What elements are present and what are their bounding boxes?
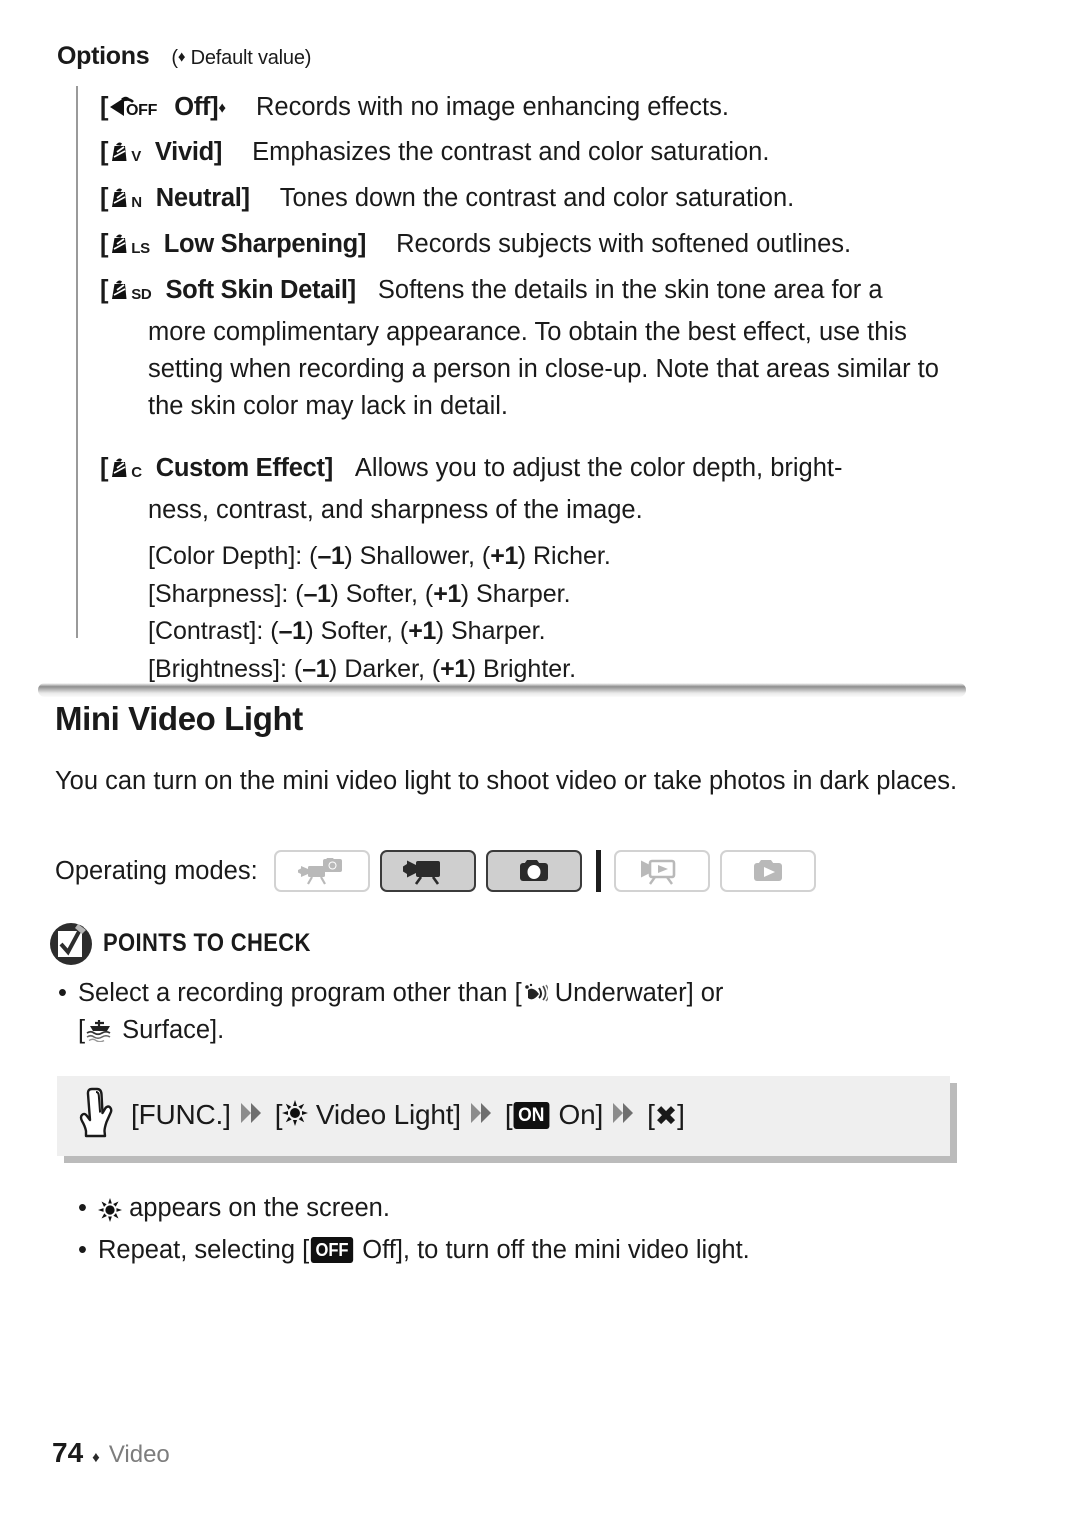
video-light-icon <box>282 1100 309 1133</box>
effect-neutral-subscript: N <box>131 194 142 211</box>
option-low-sharpening-desc: Records subjects with softened outlines. <box>396 230 852 258</box>
param-contrast: [Contrast]: (–1) Softer, (+1) Sharper. <box>148 617 546 645</box>
bullet-dot: • <box>78 1236 87 1264</box>
option-neutral: [N Neutral] Tones down the contrast and co… <box>100 179 980 222</box>
effect-soft-skin-detail-subscript: SD <box>131 286 152 303</box>
mode-video-record[interactable] <box>379 850 476 892</box>
mode-dual-shot[interactable] <box>273 850 370 892</box>
options-vertical-rule <box>76 86 78 638</box>
note-1-text: appears on the screen. <box>122 1194 390 1222</box>
surface-icon <box>85 1016 115 1044</box>
param-sharpness: [Sharpness]: (–1) Softer, (+1) Sharper. <box>148 579 571 608</box>
camcorder-icon <box>402 860 440 885</box>
photo-playback-icon <box>753 860 782 881</box>
option-custom-effect-tag: [C Custom Effect] <box>100 454 333 482</box>
procedure-box: [FUNC.][ Video Light][ON On] [✖] <box>57 1076 950 1156</box>
footer-section-name: Video <box>108 1441 170 1468</box>
points-to-check-title: POINTS TO CHECK <box>103 928 311 957</box>
page-footer: 74 ♦ Video <box>52 1437 170 1469</box>
double-chevron-right-icon-3 <box>609 1100 641 1133</box>
effect-low-sharpening-icon <box>108 232 130 256</box>
camcorder-photo-icon <box>297 858 342 885</box>
option-vivid-desc: Emphasizes the contrast and color satura… <box>252 138 770 166</box>
options-title: Options <box>57 42 150 70</box>
default-marker-diamond: ♦ <box>218 99 226 117</box>
note-2-pre: Repeat, selecting [ <box>98 1236 310 1264</box>
manual-page: Options (♦ Default value) [OFF Off]♦ Recor… <box>0 0 1080 1521</box>
effect-low-sharpening-subscript: LS <box>131 240 150 257</box>
procedure-notes: • appears on the screen. • Repeat, selec… <box>78 1188 958 1270</box>
option-neutral-tag: [N Neutral] <box>100 184 250 212</box>
mode-group-separator <box>595 850 601 892</box>
pointing-hand-icon <box>79 1083 121 1150</box>
camcorder-playback-icon <box>640 859 676 885</box>
option-custom-effect-desc: Allows you to adjust the color depth, br… <box>354 454 843 482</box>
effect-custom-subscript: C <box>131 464 142 481</box>
effect-neutral-icon <box>108 186 130 210</box>
double-chevron-right-icon <box>237 1100 269 1133</box>
effect-custom-icon <box>108 456 130 480</box>
option-low-sharpening: [LS Low Sharpening] Records subjects with … <box>100 225 980 268</box>
options-default-note: (♦ Default value) <box>171 47 312 69</box>
mini-video-light-intro: You can turn on the mini video light to … <box>55 767 958 795</box>
operating-modes-label: Operating modes: <box>55 856 258 885</box>
mode-photo-record[interactable] <box>485 850 582 892</box>
mode-video-playback[interactable] <box>613 850 710 892</box>
option-custom-effect: [C Custom Effect] Allows you to adjust the… <box>100 449 980 688</box>
option-soft-skin-detail-body: more complimentary appearance. To obtain… <box>148 318 939 420</box>
checkmark-badge-icon <box>50 923 92 965</box>
note-row-2: • Repeat, selecting [OFF Off], to turn o… <box>78 1230 958 1270</box>
option-low-sharpening-tag: [LS Low Sharpening] <box>100 230 367 258</box>
svg-text:OFF: OFF <box>126 102 158 119</box>
page-number: 74 <box>52 1437 84 1468</box>
mode-photo-playback[interactable] <box>719 850 816 892</box>
option-soft-skin-detail-tag: [SD Soft Skin Detail] <box>100 276 356 304</box>
options-list: [OFF Off]♦ Records with no image enhancing… <box>100 88 980 691</box>
bullet-dot: • <box>78 1194 87 1222</box>
video-light-icon <box>98 1190 122 1230</box>
effect-vivid-icon <box>108 140 130 164</box>
option-vivid: [V Vivid] Emphasizes the contrast and colo… <box>100 133 980 176</box>
option-off-tag: [OFF Off] <box>100 93 219 121</box>
note-row-1: • appears on the screen. <box>78 1188 958 1230</box>
double-chevron-right-icon-2 <box>467 1100 499 1133</box>
custom-effect-parameters: [Color Depth]: (–1) Shallower, (+1) Rich… <box>148 538 980 688</box>
bullet-dot: • <box>58 979 67 1007</box>
points-to-check-bullet: • Select a recording program other than … <box>58 975 958 1049</box>
option-neutral-desc: Tones down the contrast and color satura… <box>279 184 795 212</box>
effect-soft-skin-detail-icon <box>108 278 130 302</box>
options-header: Options (♦ Default value) <box>57 42 311 71</box>
operating-modes-row: Operating modes: <box>55 850 826 892</box>
page-title: Mini Video Light <box>55 700 303 737</box>
func-step-1: [FUNC.] <box>131 1099 231 1130</box>
option-soft-skin-detail: [SD Soft Skin Detail] Softens the details … <box>100 271 980 425</box>
effect-off-icon: OFF <box>108 92 158 130</box>
param-color-depth: [Color Depth]: (–1) Shallower, (+1) Rich… <box>148 542 611 570</box>
option-off-desc: Records with no image enhancing effects. <box>255 93 729 121</box>
points-to-check-header: POINTS TO CHECK <box>48 920 339 966</box>
option-vivid-tag: [V Vivid] <box>100 138 223 166</box>
close-icon: ✖ <box>654 1101 678 1131</box>
camera-icon <box>519 860 548 881</box>
footer-diamond-icon: ♦ <box>92 1449 100 1466</box>
option-soft-skin-detail-desc: Softens the details in the skin tone are… <box>377 276 883 304</box>
on-badge: ON <box>514 1102 550 1129</box>
points-to-check-body: • Select a recording program other than … <box>58 975 958 1049</box>
effect-vivid-subscript: V <box>131 148 141 165</box>
option-custom-effect-body: ness, contrast, and sharpness of the ima… <box>148 496 643 524</box>
option-off: [OFF Off]♦ Records with no image enhancing… <box>100 88 980 130</box>
section-divider <box>38 683 966 697</box>
off-badge: OFF <box>311 1237 354 1263</box>
procedure-steps: [FUNC.][ Video Light][ON On] [✖] <box>131 1099 685 1133</box>
underwater-icon <box>522 979 550 1007</box>
note-2-post: Off], to turn off the mini video light. <box>355 1236 750 1264</box>
